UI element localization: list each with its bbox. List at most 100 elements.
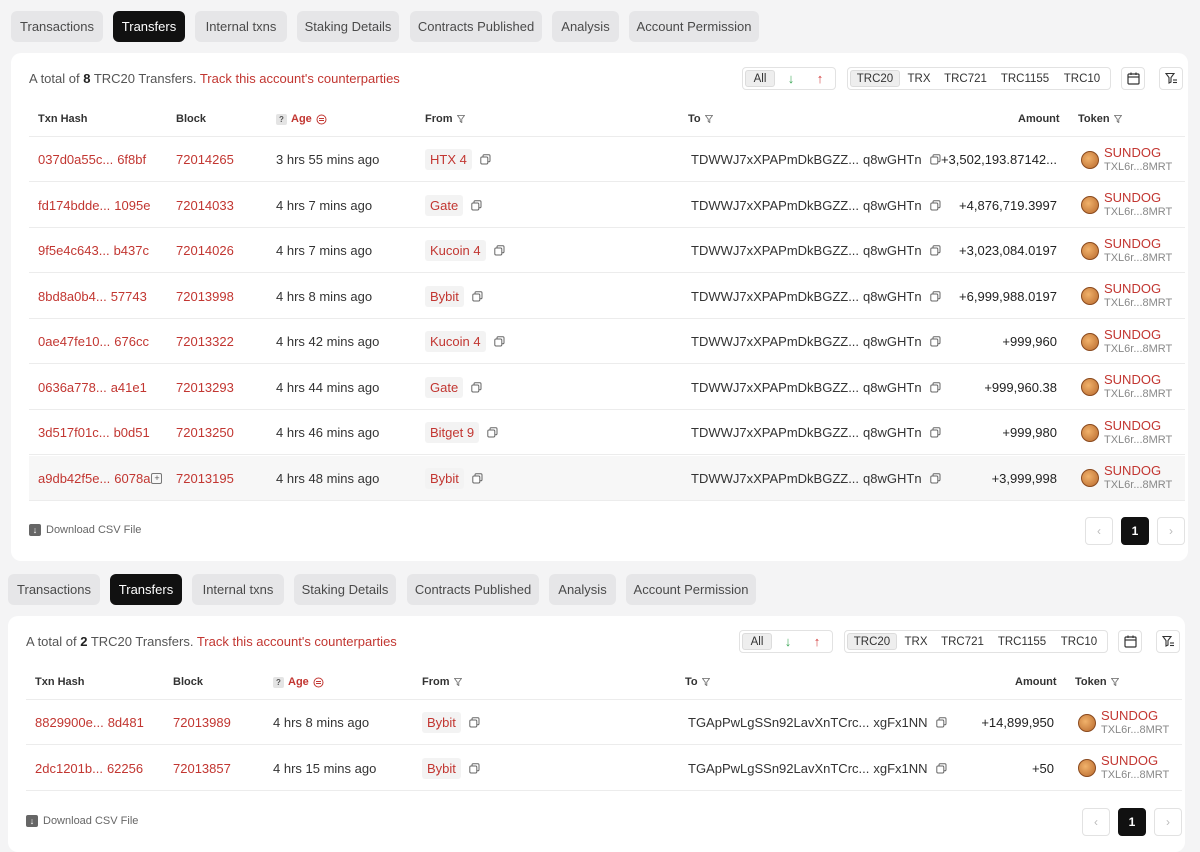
token-cell[interactable]: SUNDOG TXL6r...8MRT xyxy=(1081,319,1172,364)
token-type-trc1155[interactable]: TRC1155 xyxy=(994,70,1056,87)
tab-analysis[interactable]: Analysis xyxy=(552,11,619,42)
column-age[interactable]: ? Age xyxy=(273,676,324,688)
token-name[interactable]: SUNDOG xyxy=(1104,236,1172,251)
to-address-suffix[interactable]: q8wGHTn xyxy=(863,152,922,167)
to-address-text[interactable]: TGApPwLgSSn92LavXnTCrc... xyxy=(688,761,869,776)
funnel-icon[interactable] xyxy=(704,115,713,123)
tab-transactions[interactable]: Transactions xyxy=(11,11,103,42)
prev-page-button[interactable]: ‹ xyxy=(1085,517,1113,545)
next-page-button[interactable]: › xyxy=(1157,517,1185,545)
funnel-icon[interactable] xyxy=(456,115,465,123)
token-type-trc721[interactable]: TRC721 xyxy=(938,70,993,87)
current-page[interactable]: 1 xyxy=(1118,808,1146,836)
token-cell[interactable]: SUNDOG TXL6r...8MRT xyxy=(1081,274,1172,319)
from-label-link[interactable]: Bybit xyxy=(422,712,461,733)
token-cell[interactable]: SUNDOG TXL6r...8MRT xyxy=(1081,456,1172,501)
copy-icon[interactable] xyxy=(493,336,505,347)
to-address-suffix[interactable]: q8wGHTn xyxy=(863,334,922,349)
block-link[interactable]: 72013998 xyxy=(176,274,234,319)
direction-in-icon[interactable]: ↓ xyxy=(777,70,805,87)
direction-all[interactable]: All xyxy=(742,633,772,650)
txn-hash-link[interactable]: a9db42f5e... 6078a + xyxy=(38,456,163,501)
age-help-icon[interactable]: ? xyxy=(276,113,287,125)
track-counterparties-link[interactable]: Track this account's counterparties xyxy=(200,71,400,86)
token-cell[interactable]: SUNDOG TXL6r...8MRT xyxy=(1081,410,1172,455)
from-label-link[interactable]: HTX 4 xyxy=(425,149,472,170)
to-address-text[interactable]: TDWWJ7xXPAPmDkBGZZ... xyxy=(691,198,859,213)
from-label-link[interactable]: Gate xyxy=(425,194,464,216)
token-type-trc10[interactable]: TRC10 xyxy=(1057,70,1107,87)
to-address-text[interactable]: TDWWJ7xXPAPmDkBGZZ... xyxy=(691,380,859,395)
to-address-text[interactable]: TDWWJ7xXPAPmDkBGZZ... xyxy=(691,471,859,486)
copy-icon[interactable] xyxy=(469,717,480,728)
tab-transfers[interactable]: Transfers xyxy=(113,11,185,42)
token-cell[interactable]: SUNDOG TXL6r...8MRT xyxy=(1078,700,1169,745)
copy-icon[interactable] xyxy=(471,381,482,393)
token-cell[interactable]: SUNDOG TXL6r...8MRT xyxy=(1078,746,1169,791)
funnel-icon[interactable] xyxy=(453,678,462,686)
expand-icon[interactable]: + xyxy=(151,472,163,484)
txn-hash-link[interactable]: 2dc1201b... 62256 xyxy=(35,746,143,791)
block-link[interactable]: 72014265 xyxy=(176,137,234,182)
block-link[interactable]: 72013293 xyxy=(176,365,234,410)
token-cell[interactable]: SUNDOG TXL6r...8MRT xyxy=(1081,183,1172,228)
direction-out-icon[interactable]: ↑ xyxy=(803,633,831,650)
token-name[interactable]: SUNDOG xyxy=(1104,281,1172,296)
tab-internal-txns[interactable]: Internal txns xyxy=(192,574,284,605)
token-type-trc20[interactable]: TRC20 xyxy=(847,633,897,650)
column-age[interactable]: ? Age xyxy=(276,113,327,125)
to-address-suffix[interactable]: q8wGHTn xyxy=(863,380,922,395)
direction-out-icon[interactable]: ↑ xyxy=(806,70,834,87)
block-link[interactable]: 72014026 xyxy=(176,228,234,273)
copy-icon[interactable] xyxy=(493,245,505,256)
copy-icon[interactable] xyxy=(471,199,482,211)
current-page[interactable]: 1 xyxy=(1121,517,1149,545)
token-name[interactable]: SUNDOG xyxy=(1104,418,1172,433)
token-cell[interactable]: SUNDOG TXL6r...8MRT xyxy=(1081,228,1172,273)
copy-icon[interactable] xyxy=(469,762,480,774)
token-cell[interactable]: SUNDOG TXL6r...8MRT xyxy=(1081,137,1172,182)
tab-internal-txns[interactable]: Internal txns xyxy=(195,11,287,42)
token-name[interactable]: SUNDOG xyxy=(1104,463,1172,478)
to-address-text[interactable]: TDWWJ7xXPAPmDkBGZZ... xyxy=(691,425,859,440)
age-toggle-icon[interactable] xyxy=(316,114,327,125)
to-address-text[interactable]: TDWWJ7xXPAPmDkBGZZ... xyxy=(691,334,859,349)
from-label-link[interactable]: Kucoin 4 xyxy=(425,331,486,352)
to-address-text[interactable]: TGApPwLgSSn92LavXnTCrc... xyxy=(688,715,869,730)
funnel-icon[interactable] xyxy=(1110,678,1119,686)
token-name[interactable]: SUNDOG xyxy=(1101,708,1169,723)
download-csv-button[interactable]: ↓ Download CSV File xyxy=(26,815,138,827)
age-toggle-icon[interactable] xyxy=(313,677,324,688)
token-name[interactable]: SUNDOG xyxy=(1101,753,1169,768)
calendar-icon[interactable] xyxy=(1118,630,1142,653)
tab-analysis[interactable]: Analysis xyxy=(549,574,616,605)
tab-staking-details[interactable]: Staking Details xyxy=(294,574,396,605)
copy-icon[interactable] xyxy=(472,290,483,302)
tab-contracts-published[interactable]: Contracts Published xyxy=(407,574,539,605)
track-counterparties-link[interactable]: Track this account's counterparties xyxy=(197,634,397,649)
to-address-text[interactable]: TDWWJ7xXPAPmDkBGZZ... xyxy=(691,152,859,167)
from-label-link[interactable]: Bybit xyxy=(425,285,464,307)
age-help-icon[interactable]: ? xyxy=(273,676,284,688)
to-address-suffix[interactable]: xgFx1NN xyxy=(873,715,927,730)
txn-hash-link[interactable]: 8829900e... 8d481 xyxy=(35,700,144,745)
token-type-trc10[interactable]: TRC10 xyxy=(1054,633,1104,650)
tab-account-permission[interactable]: Account Permission xyxy=(629,11,759,42)
token-type-trx[interactable]: TRX xyxy=(901,70,937,87)
tab-transactions[interactable]: Transactions xyxy=(8,574,100,605)
block-link[interactable]: 72013857 xyxy=(173,746,231,791)
funnel-icon[interactable] xyxy=(701,678,710,686)
token-type-trx[interactable]: TRX xyxy=(898,633,934,650)
token-name[interactable]: SUNDOG xyxy=(1104,145,1172,160)
to-address-suffix[interactable]: q8wGHTn xyxy=(863,289,922,304)
to-address-text[interactable]: TDWWJ7xXPAPmDkBGZZ... xyxy=(691,289,859,304)
from-label-link[interactable]: Bybit xyxy=(425,467,464,489)
to-address-suffix[interactable]: q8wGHTn xyxy=(863,243,922,258)
token-type-trc721[interactable]: TRC721 xyxy=(935,633,990,650)
direction-all[interactable]: All xyxy=(745,70,775,87)
block-link[interactable]: 72013250 xyxy=(176,410,234,455)
tab-account-permission[interactable]: Account Permission xyxy=(626,574,756,605)
txn-hash-link[interactable]: 8bd8a0b4... 57743 xyxy=(38,274,147,319)
block-link[interactable]: 72013322 xyxy=(176,319,234,364)
token-type-trc1155[interactable]: TRC1155 xyxy=(991,633,1053,650)
